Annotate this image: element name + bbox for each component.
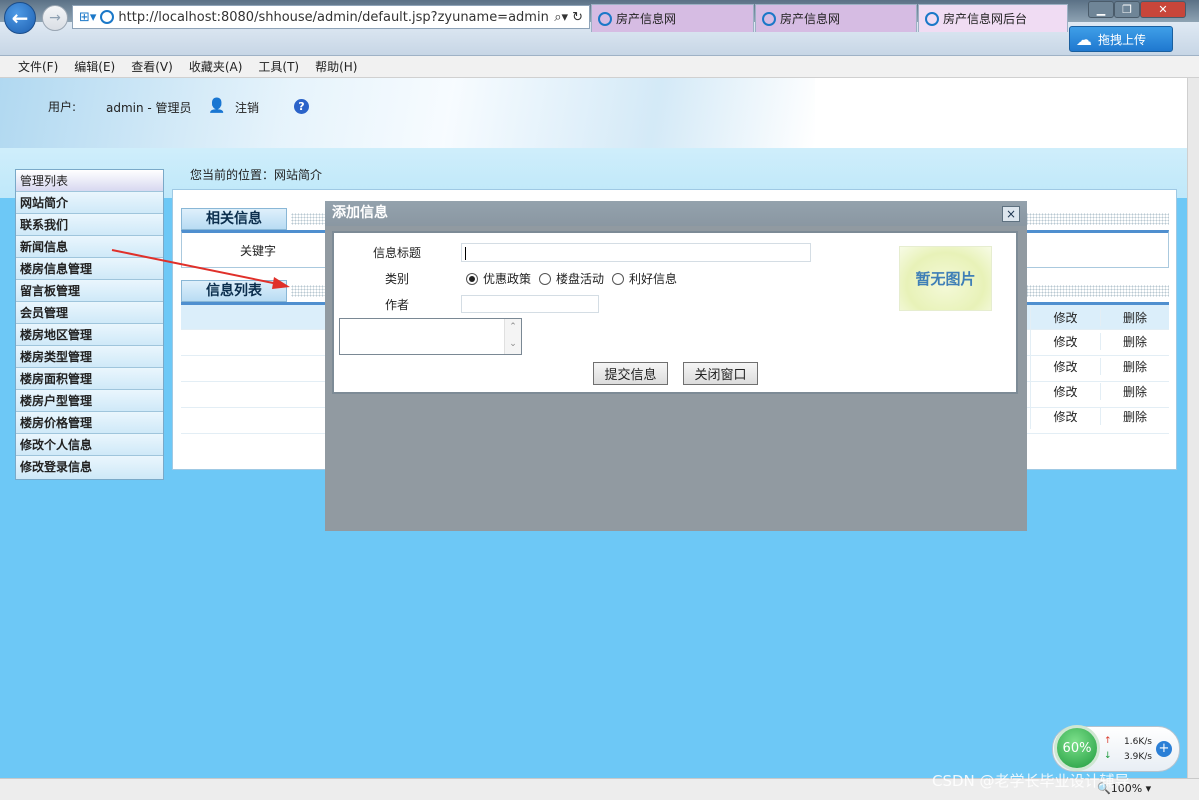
upload-label: 拖拽上传 <box>1098 32 1147 47</box>
delete-link[interactable]: 删除 <box>1100 308 1169 326</box>
sidebar-item-price[interactable]: 楼房价格管理 <box>16 412 163 434</box>
window-close-button[interactable]: ✕ <box>1140 1 1186 18</box>
user-value: admin - 管理员 <box>106 101 192 115</box>
maximize-button[interactable]: ❐ <box>1114 1 1140 18</box>
menu-help[interactable]: 帮助(H) <box>315 58 357 75</box>
no-image-placeholder: 暂无图片 <box>899 246 992 311</box>
table-row: 修改 删除 <box>1030 379 1169 404</box>
menu-edit[interactable]: 编辑(E) <box>74 58 115 75</box>
help-icon[interactable]: ? <box>294 99 309 114</box>
ie-icon <box>100 10 115 24</box>
page-scrollbar[interactable] <box>1187 78 1199 778</box>
sidebar-item-region[interactable]: 楼房地区管理 <box>16 324 163 346</box>
table-row: 修改 删除 <box>1030 329 1169 354</box>
category-radio-group: 优惠政策 楼盘活动 利好信息 <box>466 270 677 287</box>
logout-link[interactable]: 注销 <box>235 99 259 116</box>
table-row: 修改 删除 <box>1030 354 1169 379</box>
sidebar-item-contact[interactable]: 联系我们 <box>16 214 163 236</box>
sidebar-item-layout[interactable]: 楼房户型管理 <box>16 390 163 412</box>
radio-good-news-label: 利好信息 <box>629 272 678 286</box>
address-bar[interactable]: ⊞▾ http://localhost:8080/shhouse/admin/d… <box>72 5 590 29</box>
upload-widget[interactable]: ☁ 拖拽上传 <box>1069 26 1173 52</box>
content-textarea[interactable]: ⌃ ⌄ <box>339 318 522 355</box>
sidebar: 管理列表 网站简介 联系我们 新闻信息 楼房信息管理 留言板管理 会员管理 楼房… <box>15 169 164 480</box>
ie-icon <box>925 11 939 26</box>
tab-2[interactable]: 房产信息网 <box>755 4 917 32</box>
download-speed: 3.9K/s <box>1124 752 1152 762</box>
sidebar-title: 管理列表 <box>16 170 163 192</box>
close-window-button[interactable]: 关闭窗口 <box>683 362 758 385</box>
menu-file[interactable]: 文件(F) <box>18 58 58 75</box>
sidebar-item-members[interactable]: 会员管理 <box>16 302 163 324</box>
edit-link[interactable]: 修改 <box>1031 309 1100 326</box>
text-cursor <box>465 247 466 260</box>
submit-button[interactable]: 提交信息 <box>593 362 668 385</box>
ie-icon <box>598 11 612 26</box>
refresh-icon[interactable]: ↻ <box>572 10 583 25</box>
radio-good-news[interactable] <box>612 272 625 285</box>
category-label: 类别 <box>384 272 409 286</box>
menu-favorites[interactable]: 收藏夹(A) <box>189 58 243 75</box>
forward-arrow-icon: → <box>49 10 61 26</box>
textarea-scrollbar[interactable]: ⌃ ⌄ <box>504 319 521 354</box>
sidebar-item-type[interactable]: 楼房类型管理 <box>16 346 163 368</box>
tab-3-active[interactable]: 房产信息网后台 <box>918 4 1068 32</box>
title-label: 信息标题 <box>372 246 421 260</box>
edit-link[interactable]: 修改 <box>1031 333 1100 350</box>
back-arrow-icon: ← <box>11 6 29 30</box>
back-button[interactable]: ← <box>4 2 36 34</box>
author-input[interactable] <box>461 295 599 313</box>
section-related-title: 相关信息 <box>181 208 287 230</box>
radio-policy-label: 优惠政策 <box>483 272 532 286</box>
upload-speed: 1.6K/s <box>1124 737 1152 747</box>
table-row: 修改 删除 <box>1030 404 1169 429</box>
user-icon: 👤 <box>208 98 226 114</box>
add-icon[interactable]: + <box>1156 741 1172 757</box>
table-row: 修改 删除 <box>1030 305 1169 329</box>
delete-link[interactable]: 删除 <box>1100 358 1169 375</box>
dialog-close-button[interactable]: × <box>1002 206 1020 222</box>
sidebar-item-edit-login[interactable]: 修改登录信息 <box>16 456 163 478</box>
delete-link[interactable]: 删除 <box>1100 333 1169 350</box>
page-action-icon[interactable]: ⊞▾ <box>79 10 96 25</box>
ie-icon <box>762 11 776 26</box>
sidebar-item-site-intro[interactable]: 网站简介 <box>16 192 163 214</box>
tab-1[interactable]: 房产信息网 <box>591 4 754 32</box>
edit-link[interactable]: 修改 <box>1031 383 1100 400</box>
delete-link[interactable]: 删除 <box>1100 383 1169 400</box>
edit-link[interactable]: 修改 <box>1031 358 1100 375</box>
download-arrow-icon: ↓ <box>1104 751 1112 761</box>
delete-link[interactable]: 删除 <box>1100 408 1169 425</box>
radio-policy[interactable] <box>466 272 478 285</box>
url-text: http://localhost:8080/shhouse/admin/defa… <box>118 9 549 25</box>
user-label: 用户: <box>48 100 77 114</box>
radio-event[interactable] <box>539 272 552 285</box>
search-icon[interactable]: ⌕▾ <box>554 10 568 25</box>
row-actions: 修改 删除 修改 删除 修改 删除 修改 删除 修改 删除 <box>1030 305 1169 429</box>
memory-gauge[interactable]: 60% <box>1054 725 1100 771</box>
menu-bar: 文件(F) 编辑(E) 查看(V) 收藏夹(A) 工具(T) 帮助(H) <box>0 56 1199 78</box>
sidebar-item-area[interactable]: 楼房面积管理 <box>16 368 163 390</box>
forward-button[interactable]: → <box>42 5 68 31</box>
tab-label: 房产信息网后台 <box>943 12 1028 26</box>
watermark: CSDN @老学长毕业设计辅导 <box>932 772 1130 790</box>
edit-link[interactable]: 修改 <box>1031 408 1100 425</box>
menu-tools[interactable]: 工具(T) <box>258 58 299 75</box>
tab-label: 房产信息网 <box>616 12 677 26</box>
sidebar-item-edit-profile[interactable]: 修改个人信息 <box>16 434 163 456</box>
cloud-icon: ☁ <box>1076 29 1092 49</box>
author-label: 作者 <box>384 298 409 312</box>
dialog-title: 添加信息 <box>325 201 1027 226</box>
annotation-arrow-icon <box>111 249 290 289</box>
breadcrumb: 您当前的位置：网站简介 <box>190 168 323 182</box>
upload-arrow-icon: ↑ <box>1104 736 1112 746</box>
title-input[interactable] <box>461 243 811 262</box>
minimize-button[interactable]: ▁ <box>1088 1 1114 18</box>
tab-label: 房产信息网 <box>780 12 841 26</box>
menu-view[interactable]: 查看(V) <box>131 58 173 75</box>
radio-event-label: 楼盘活动 <box>556 272 605 286</box>
chevron-down-icon: ▾ <box>1142 782 1152 795</box>
